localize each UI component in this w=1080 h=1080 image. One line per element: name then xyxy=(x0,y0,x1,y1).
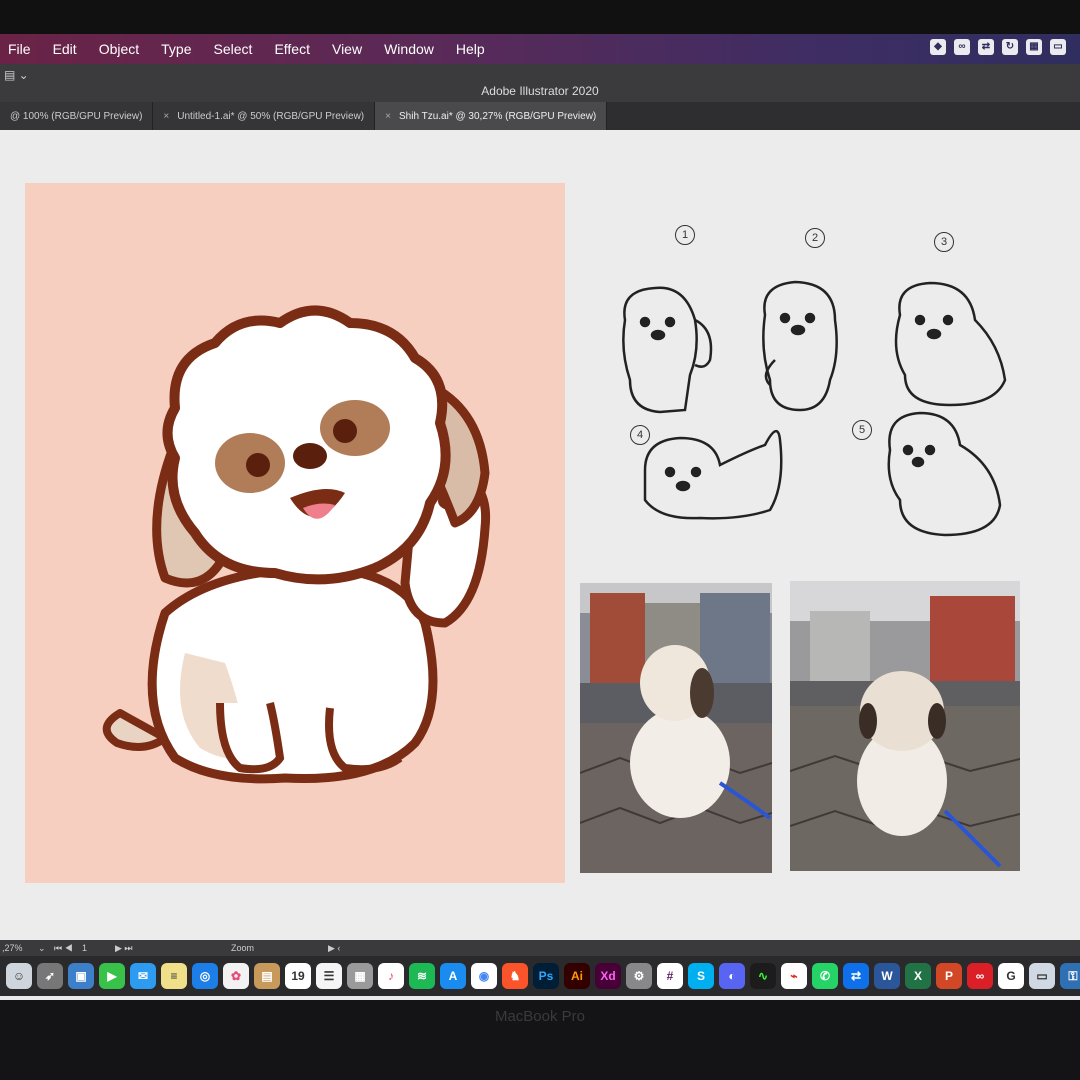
photos-icon[interactable]: ✿ xyxy=(223,963,249,989)
display-icon[interactable]: ▭ xyxy=(1050,39,1066,55)
tab-document-shih-tzu[interactable]: × Shih Tzu.ai* @ 30,27% (RGB/GPU Preview… xyxy=(375,102,608,130)
discord-icon[interactable]: ◐ xyxy=(719,963,745,989)
menu-edit[interactable]: Edit xyxy=(53,41,77,57)
close-icon[interactable]: × xyxy=(385,111,391,122)
shih-tzu-illustration[interactable] xyxy=(25,183,565,883)
calendar-icon[interactable]: 19 xyxy=(285,963,311,989)
launchpad-icon[interactable]: ➶ xyxy=(37,963,63,989)
menu-help[interactable]: Help xyxy=(456,41,485,57)
menu-view[interactable]: View xyxy=(332,41,362,57)
illustrator-icon[interactable]: Ai xyxy=(564,963,590,989)
keynote-icon[interactable]: ▦ xyxy=(347,963,373,989)
whatsapp-icon[interactable]: ✆ xyxy=(812,963,838,989)
status-menu-icon[interactable]: ▶ ‹ xyxy=(328,943,340,954)
activity-monitor-icon[interactable]: ∿ xyxy=(750,963,776,989)
menu-type[interactable]: Type xyxy=(161,41,191,57)
device-brand: MacBook Pro xyxy=(494,1008,586,1025)
messages-icon[interactable]: ✉ xyxy=(130,963,156,989)
teamviewer-dock-icon[interactable]: ⇄ xyxy=(843,963,869,989)
menu-window[interactable]: Window xyxy=(384,41,434,57)
status-bar: ,27% ⌄ ⏮ ◀ 1 ▶ ⏭ Zoom ▶ ‹ xyxy=(0,940,1080,956)
word-icon[interactable]: W xyxy=(874,963,900,989)
grid-icon[interactable]: ▦ xyxy=(1026,39,1042,55)
document-tabs: @ 100% (RGB/GPU Preview) × Untitled-1.ai… xyxy=(0,102,1080,130)
notes-icon[interactable]: ≡ xyxy=(161,963,187,989)
excel-icon[interactable]: X xyxy=(905,963,931,989)
menu-select[interactable]: Select xyxy=(214,41,253,57)
reference-photo-2[interactable] xyxy=(790,581,1020,871)
music-icon[interactable]: ♪ xyxy=(378,963,404,989)
menu-object[interactable]: Object xyxy=(99,41,139,57)
system-preferences-icon[interactable]: ⚙ xyxy=(626,963,652,989)
tab-document-1[interactable]: @ 100% (RGB/GPU Preview) xyxy=(0,102,154,130)
tab-label: @ 100% (RGB/GPU Preview) xyxy=(10,110,143,122)
status-label: Zoom xyxy=(231,943,255,953)
menu-file[interactable]: File xyxy=(8,41,31,57)
finder-icon[interactable]: ☺ xyxy=(6,963,32,989)
top-bezel-shadow xyxy=(0,0,1080,34)
tab-label: Shih Tzu.ai* @ 30,27% (RGB/GPU Preview) xyxy=(398,110,597,122)
slack-icon[interactable]: # xyxy=(657,963,683,989)
gravit-icon[interactable]: G xyxy=(998,963,1024,989)
dock: ☺ ➶ ▣ ▶ ✉ ≡ ◎ ✿ ▤ 19 ☰ ▦ ♪ ≋ A ◉ ♞ Ps Ai… xyxy=(0,956,1080,996)
app-store-icon[interactable]: A xyxy=(440,963,466,989)
spotify-icon[interactable]: ≋ xyxy=(409,963,435,989)
screen: File Edit Object Type Select Effect View… xyxy=(0,0,1080,1000)
creative-cloud-dock-icon[interactable]: ∞ xyxy=(967,963,993,989)
app-title: Adobe Illustrator 2020 xyxy=(481,84,599,98)
menu-bar: File Edit Object Type Select Effect View… xyxy=(0,34,1080,64)
chevron-down-icon[interactable]: ⌄ xyxy=(38,943,46,954)
tab-label: Untitled-1.ai* @ 50% (RGB/GPU Preview) xyxy=(177,110,365,122)
sketch-group[interactable]: 1 2 3 4 5 xyxy=(600,220,1040,550)
app-title-bar: ▤ ⌄ Adobe Illustrator 2020 xyxy=(0,64,1080,102)
sketch-number: 3 xyxy=(934,232,954,252)
acrobat-icon[interactable]: ⌁ xyxy=(781,963,807,989)
page-number[interactable]: 1 xyxy=(82,943,87,953)
zoom-level[interactable]: ,27% xyxy=(2,943,23,953)
workspace-switcher-icon[interactable]: ▤ ⌄ xyxy=(4,68,29,82)
photoshop-icon[interactable]: Ps xyxy=(533,963,559,989)
powerpoint-icon[interactable]: P xyxy=(936,963,962,989)
facetime-icon[interactable]: ▶ xyxy=(99,963,125,989)
xd-icon[interactable]: Xd xyxy=(595,963,621,989)
skype-icon[interactable]: S xyxy=(688,963,714,989)
preview-icon[interactable]: ▣ xyxy=(68,963,94,989)
menu-effect[interactable]: Effect xyxy=(274,41,310,57)
creative-cloud-icon[interactable]: ∞ xyxy=(954,39,970,55)
dropbox-icon[interactable]: ◆ xyxy=(930,39,946,55)
reminders-icon[interactable]: ☰ xyxy=(316,963,342,989)
teamviewer-icon[interactable]: ⇄ xyxy=(978,39,994,55)
close-icon[interactable]: × xyxy=(163,111,169,122)
artboard-main[interactable] xyxy=(25,183,565,883)
safari-icon[interactable]: ◎ xyxy=(192,963,218,989)
menu-extras: ◆ ∞ ⇄ ↻ ▦ ▭ xyxy=(930,39,1066,55)
photoshop-label: Ps xyxy=(538,969,554,983)
contacts-icon[interactable]: ▤ xyxy=(254,963,280,989)
brave-icon[interactable]: ♞ xyxy=(502,963,528,989)
laptop-bezel: MacBook Pro xyxy=(0,1000,1080,1080)
calendar-day: 19 xyxy=(291,969,305,983)
first-page-icon[interactable]: ⏮ ◀ xyxy=(54,943,73,954)
sketch-number: 1 xyxy=(675,225,695,245)
sketch-number: 2 xyxy=(805,228,825,248)
xd-label: Xd xyxy=(600,969,616,983)
next-page-icon[interactable]: ▶ ⏭ xyxy=(115,943,133,954)
reference-photo-1[interactable] xyxy=(580,583,772,873)
canvas-area[interactable]: 1 2 3 4 5 xyxy=(0,130,1080,940)
utility-icon[interactable]: ⚿ xyxy=(1060,963,1080,989)
pose-sketches xyxy=(622,280,1007,537)
tab-document-2[interactable]: × Untitled-1.ai* @ 50% (RGB/GPU Preview) xyxy=(153,102,376,130)
illustrator-label: Ai xyxy=(571,969,583,983)
chrome-icon[interactable]: ◉ xyxy=(471,963,497,989)
image-capture-icon[interactable]: ▭ xyxy=(1029,963,1055,989)
sync-icon[interactable]: ↻ xyxy=(1002,39,1018,55)
